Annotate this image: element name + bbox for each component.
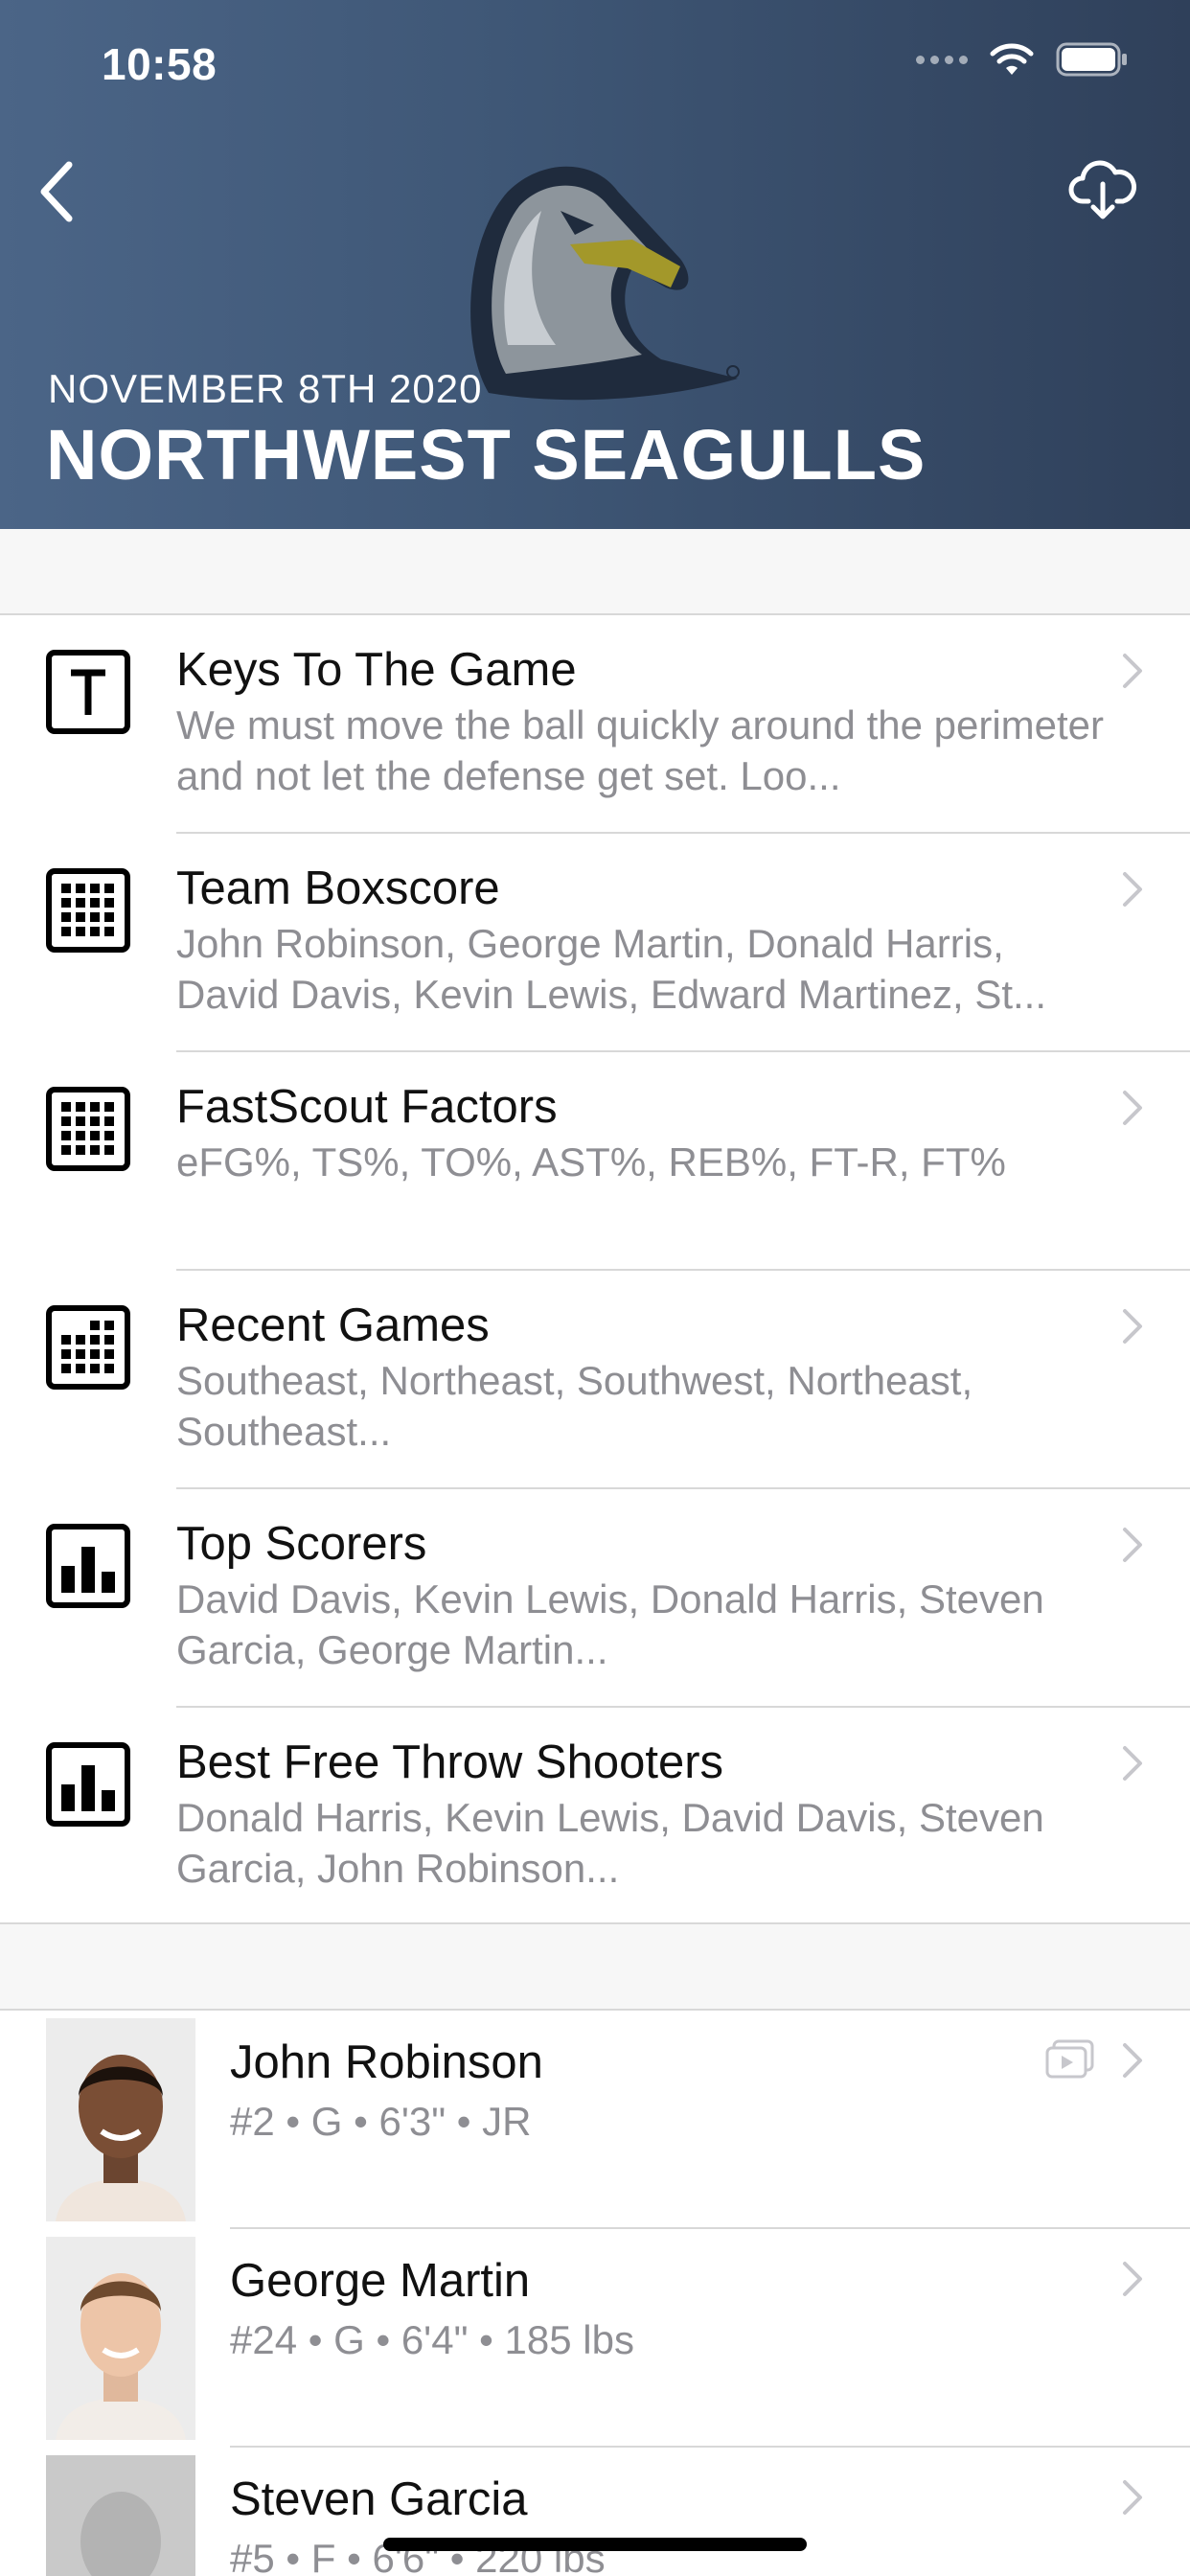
chevron-right-icon — [1123, 2480, 1142, 2515]
player-name: Steven Garcia — [230, 2473, 528, 2525]
grid-partial-icon — [46, 1305, 130, 1390]
seagull-logo — [470, 166, 740, 401]
player-photo — [46, 2237, 195, 2440]
menu-item-subtitle: David Davis, Kevin Lewis, Donald Harris,… — [176, 1576, 1044, 1672]
player-details: #2 • G • 6'3" • JR — [230, 2099, 532, 2144]
menu-item-best-free-throw-shooters[interactable]: Best Free Throw Shooters Donald Harris, … — [0, 1708, 1190, 1926]
cellular-signal-icon — [916, 55, 968, 64]
menu-item-fastscout-factors[interactable]: FastScout Factors eFG%, TS%, TO%, AST%, … — [0, 1052, 1190, 1271]
chevron-right-icon — [1123, 1091, 1142, 1125]
grid-icon — [46, 1087, 130, 1171]
menu-item-team-boxscore[interactable]: Team Boxscore John Robinson, George Mart… — [0, 834, 1190, 1052]
menu-item-recent-games[interactable]: Recent Games Southeast, Northeast, South… — [0, 1271, 1190, 1489]
grid-icon — [46, 868, 130, 953]
chevron-right-icon — [1123, 1528, 1142, 1562]
menu-item-subtitle: eFG%, TS%, TO%, AST%, REB%, FT-R, FT% — [176, 1139, 1006, 1184]
player-name: John Robinson — [230, 2036, 543, 2088]
player-details: #24 • G • 6'4" • 185 lbs — [230, 2317, 634, 2362]
text-t-icon — [46, 650, 130, 734]
player-name: George Martin — [230, 2255, 531, 2307]
chevron-right-icon — [1123, 654, 1142, 688]
menu-item-title: Team Boxscore — [176, 862, 500, 914]
wifi-icon — [990, 43, 1034, 75]
menu-item-keys-to-the-game[interactable]: Keys To The Game We must move the ball q… — [0, 615, 1190, 834]
section-spacer — [0, 529, 1190, 615]
section-spacer — [0, 1922, 1190, 2011]
status-time: 10:58 — [102, 39, 217, 89]
bar-chart-icon — [46, 1742, 130, 1827]
chevron-right-icon — [1123, 2043, 1142, 2078]
report-menu-list: Keys To The Game We must move the ball q… — [0, 615, 1190, 1926]
player-row-george-martin[interactable]: George Martin #24 • G • 6'4" • 185 lbs — [0, 2229, 1190, 2448]
player-row-steven-garcia[interactable]: Steven Garcia #5 • F • 6'6" • 220 lbs — [0, 2448, 1190, 2576]
menu-item-title: Top Scorers — [176, 1518, 427, 1570]
menu-item-top-scorers[interactable]: Top Scorers David Davis, Kevin Lewis, Do… — [0, 1489, 1190, 1708]
player-roster-list: John Robinson #2 • G • 6'3" • JR George — [0, 2011, 1190, 2576]
menu-item-title: Keys To The Game — [176, 644, 577, 696]
menu-item-title: Recent Games — [176, 1300, 490, 1351]
battery-icon — [1056, 42, 1127, 77]
menu-item-title: Best Free Throw Shooters — [176, 1736, 724, 1788]
cloud-download-icon[interactable] — [1067, 153, 1138, 224]
chevron-right-icon — [1123, 1309, 1142, 1344]
menu-item-title: FastScout Factors — [176, 1081, 558, 1133]
team-name: NORTHWEST SEAGULLS — [46, 415, 927, 494]
player-photo — [46, 2018, 195, 2221]
bar-chart-icon — [46, 1524, 130, 1608]
chevron-right-icon — [1123, 1746, 1142, 1781]
menu-item-subtitle: We must move the ball quickly around the… — [176, 702, 1105, 798]
status-icons — [916, 42, 1129, 77]
game-date: NOVEMBER 8TH 2020 — [48, 366, 483, 411]
home-indicator[interactable] — [383, 2538, 807, 2551]
team-header: 10:58 NOVEMBER 8TH 2020 NORTHWEST SEAGUL… — [0, 0, 1190, 529]
player-photo-placeholder — [46, 2455, 195, 2576]
menu-item-subtitle: Donald Harris, Kevin Lewis, David Davis,… — [176, 1795, 1044, 1891]
menu-item-subtitle: Southeast, Northeast, Southwest, Northea… — [176, 1358, 973, 1454]
player-row-john-robinson[interactable]: John Robinson #2 • G • 6'3" • JR — [0, 2011, 1190, 2229]
chevron-right-icon — [1123, 2262, 1142, 2296]
menu-item-subtitle: John Robinson, George Martin, Donald Har… — [176, 921, 1047, 1017]
back-chevron-icon[interactable] — [31, 157, 88, 226]
video-clips-icon[interactable] — [1044, 2037, 1096, 2080]
chevron-right-icon — [1123, 872, 1142, 907]
